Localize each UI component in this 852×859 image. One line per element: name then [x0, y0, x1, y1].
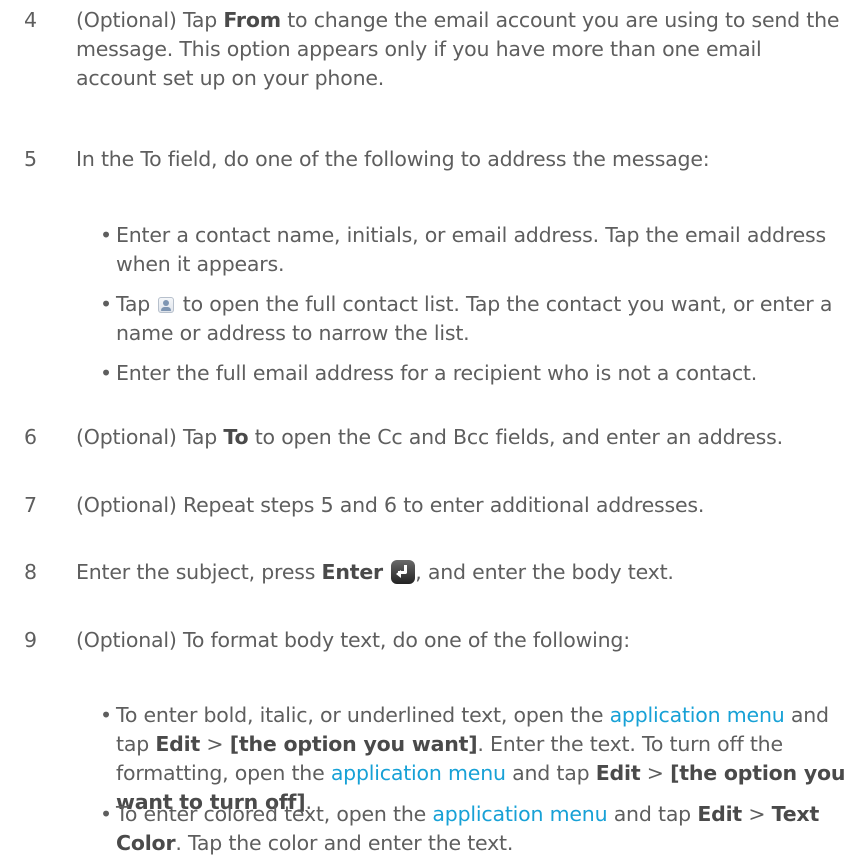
bullet-dot: • — [100, 292, 112, 316]
bullet-text: Enter a contact name, initials, or email… — [116, 223, 826, 276]
step-text: (Optional) Tap From to change the email … — [76, 6, 846, 93]
step-number: 5 — [24, 147, 37, 171]
text-run: > — [742, 802, 772, 826]
step-text: In the To field, do one of the following… — [76, 147, 710, 171]
text-run: to open the full contact list. Tap the c… — [116, 292, 833, 345]
step-number: 9 — [24, 628, 37, 652]
bullet-text: To enter colored text, open the applicat… — [116, 800, 848, 858]
step-text: (Optional) Tap To to open the Cc and Bcc… — [76, 423, 846, 452]
bullet-text: Tap to open the full contact list. Tap t… — [116, 290, 848, 348]
bullet-dot: • — [100, 361, 112, 385]
from-term: From — [223, 8, 281, 32]
edit-term: Edit — [595, 761, 641, 785]
edit-term: Edit — [697, 802, 743, 826]
text-run: . Tap the color and enter the text. — [175, 831, 514, 855]
edit-term: Edit — [155, 732, 201, 756]
manual-page: 4 (Optional) Tap From to change the emai… — [0, 0, 852, 859]
text-run: (Optional) Tap — [76, 425, 224, 449]
bullet-dot: • — [100, 223, 112, 247]
text-run: > — [200, 732, 230, 756]
step-text: (Optional) Repeat steps 5 and 6 to enter… — [76, 493, 705, 517]
enter-term: Enter — [321, 560, 384, 584]
text-run: (Optional) Tap — [76, 8, 224, 32]
option-term: [the option you want] — [229, 732, 478, 756]
step-text: Enter the subject, press Enter , and ent… — [76, 558, 846, 587]
application-menu-link[interactable]: application menu — [432, 802, 607, 826]
bullet-dot: • — [100, 802, 112, 826]
step-number: 7 — [24, 493, 37, 517]
contact-list-icon — [158, 297, 175, 313]
text-run: To enter bold, italic, or underlined tex… — [116, 703, 610, 727]
to-term: To — [223, 425, 249, 449]
step-number: 8 — [24, 560, 37, 584]
text-run: To enter colored text, open the — [116, 802, 433, 826]
text-run: Tap — [116, 292, 157, 316]
application-menu-link[interactable]: application menu — [610, 703, 785, 727]
step-number: 4 — [24, 8, 37, 32]
text-run: and tap — [607, 802, 698, 826]
enter-key-icon — [391, 560, 416, 584]
text-run: to open the Cc and Bcc fields, and enter… — [248, 425, 783, 449]
bullet-text: Enter the full email address for a recip… — [116, 361, 758, 385]
text-run: Enter the subject, press — [76, 560, 322, 584]
step-number: 6 — [24, 425, 37, 449]
step-text: (Optional) To format body text, do one o… — [76, 628, 630, 652]
bullet-dot: • — [100, 703, 112, 727]
text-run: > — [640, 761, 671, 785]
text-run: , and enter the body text. — [415, 560, 674, 584]
application-menu-link[interactable]: application menu — [331, 761, 506, 785]
text-run: and tap — [505, 761, 596, 785]
